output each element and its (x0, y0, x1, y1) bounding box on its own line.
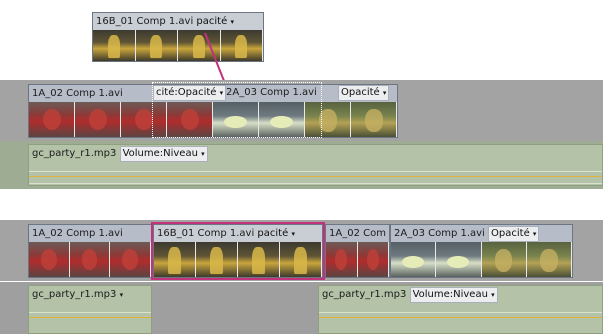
thumbnail (326, 242, 358, 277)
waveform-line (29, 312, 151, 313)
thumbnail (351, 102, 397, 137)
thumbnail (526, 242, 572, 277)
thumbnail (29, 242, 70, 277)
audio-clip[interactable]: gc_party_r1.mp3 ▾ (28, 285, 152, 334)
clip-name: gc_party_r1.mp3 (32, 289, 117, 300)
waveform-line (319, 312, 602, 313)
volume-level-line (319, 317, 602, 318)
chevron-down-icon[interactable]: ▾ (120, 291, 124, 299)
thumbnail (110, 242, 151, 277)
clip-header: 2A_03 Comp 1.avi Opacité ▾ (391, 225, 572, 242)
thumbnail (75, 102, 121, 137)
chevron-down-icon: ▾ (201, 150, 205, 158)
clip-frames (326, 242, 389, 277)
effect-label: Opacité (341, 87, 380, 98)
timeline-clip[interactable]: 1A_02 Com (325, 224, 390, 278)
timeline-clip[interactable]: 2A_03 Comp 1.avi Opacité ▾ (390, 224, 573, 278)
effect-dropdown[interactable]: Volume:Niveau ▾ (119, 146, 208, 162)
effect-label: Volume:Niveau (122, 148, 198, 159)
clip-name: 1A_02 Comp 1.avi (32, 88, 123, 99)
thumbnail (481, 242, 527, 277)
effect-label: Volume:Niveau (412, 289, 488, 300)
clip-name: 1A_02 Com (329, 228, 386, 239)
effect-dropdown[interactable]: Opacité ▾ (488, 226, 540, 242)
selection-outline (151, 222, 325, 280)
clip-name: gc_party_r1.mp3 (32, 148, 117, 159)
thumbnail (391, 242, 437, 277)
chevron-down-icon: ▾ (382, 89, 387, 97)
effect-dropdown[interactable]: Volume:Niveau ▾ (409, 287, 498, 303)
thumbnail (357, 242, 389, 277)
clip-header: 1A_02 Comp 1.avi (29, 225, 151, 242)
thumbnail (436, 242, 482, 277)
audio-clip[interactable]: gc_party_r1.mp3 Volume:Niveau ▾ (28, 144, 603, 186)
effect-label: Opacité (491, 228, 530, 239)
audio-clip[interactable]: gc_party_r1.mp3 Volume:Niveau ▾ (318, 285, 603, 334)
thumbnail (29, 102, 75, 137)
clip-name: 2A_03 Comp 1.avi (394, 228, 485, 239)
thumbnail (69, 242, 111, 277)
clip-name: 1A_02 Comp 1.avi (32, 228, 123, 239)
waveform-line (29, 171, 602, 172)
chevron-down-icon: ▾ (491, 291, 495, 299)
clip-frames (29, 242, 151, 277)
timeline-clip[interactable]: 1A_02 Comp 1.avi (28, 224, 152, 278)
clip-header: gc_party_r1.mp3 Volume:Niveau ▾ (319, 286, 602, 303)
chevron-down-icon: ▾ (532, 230, 537, 238)
clip-header: gc_party_r1.mp3 Volume:Niveau ▾ (29, 145, 602, 162)
clip-header: 1A_02 Com (326, 225, 389, 242)
clip-name: gc_party_r1.mp3 (322, 289, 407, 300)
waveform-line (29, 183, 602, 184)
volume-level-line (29, 317, 151, 318)
effect-dropdown[interactable]: Opacité ▾ (338, 85, 390, 101)
clip-frames (391, 242, 572, 277)
volume-level-line (29, 176, 602, 177)
clip-header: gc_party_r1.mp3 ▾ (29, 286, 151, 303)
drop-target-outline (152, 82, 322, 138)
